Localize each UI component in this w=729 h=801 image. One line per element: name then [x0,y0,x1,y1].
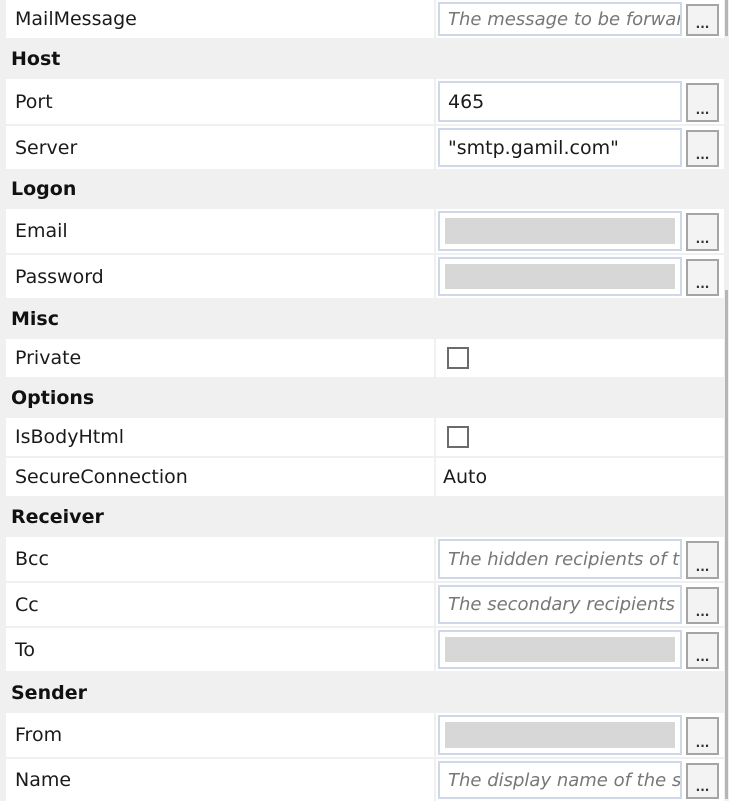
password-input[interactable] [438,257,682,296]
from-input[interactable] [438,715,682,755]
password-ellipsis-button[interactable]: ... [686,259,719,296]
category-host[interactable]: Host [0,40,725,78]
cc-ellipsis-button[interactable]: ... [686,587,719,624]
property-row-from: From ... [6,713,724,757]
property-name: Bcc [6,537,434,581]
property-value: ... [436,628,724,671]
sender-name-input[interactable]: The display name of the sender [438,761,682,799]
category-sender[interactable]: Sender [0,673,725,712]
email-input[interactable] [438,211,682,251]
property-row-secureconnection: SecureConnection Auto [6,458,724,496]
server-ellipsis-button[interactable]: ... [686,130,719,167]
property-value: ... [436,255,724,298]
mailmessage-input[interactable]: The message to be forwarded [438,2,682,36]
property-value: Auto [436,458,724,496]
property-name: IsBodyHtml [6,418,434,456]
server-input[interactable]: "smtp.gamil.com" [438,128,682,167]
property-row-name: Name The display name of the sender ... [6,759,724,801]
property-name: Private [6,339,434,377]
property-row-server: Server "smtp.gamil.com" ... [6,126,724,169]
scrollbar-track-lower[interactable] [725,290,728,799]
isbodyhtml-checkbox[interactable] [447,426,469,448]
property-name: SecureConnection [6,458,434,496]
property-value: ... [436,713,724,757]
redacted-value [445,264,675,289]
property-row-port: Port 465 ... [6,79,724,124]
port-ellipsis-button[interactable]: ... [686,83,719,122]
property-name: Email [6,209,434,253]
category-options[interactable]: Options [0,379,725,417]
category-receiver[interactable]: Receiver [0,498,725,536]
to-ellipsis-button[interactable]: ... [686,632,719,669]
property-row-bcc: Bcc The hidden recipients of the email m… [6,537,724,581]
property-value [436,339,724,377]
category-logon[interactable]: Logon [0,170,725,208]
property-row-password: Password ... [6,255,724,298]
cc-input[interactable]: The secondary recipients of the email me… [438,585,682,624]
redacted-value [445,722,675,748]
category-misc[interactable]: Misc [0,300,725,338]
scrollbar-track[interactable] [725,0,728,36]
sender-name-ellipsis-button[interactable]: ... [686,763,719,799]
email-ellipsis-button[interactable]: ... [686,213,719,251]
property-row-private: Private [6,339,724,377]
property-row-cc: Cc The secondary recipients of the email… [6,583,724,626]
property-value: "smtp.gamil.com" ... [436,126,724,169]
redacted-value [445,637,675,662]
bcc-input[interactable]: The hidden recipients of the email messa… [438,539,682,579]
private-checkbox[interactable] [447,347,469,369]
property-value: The message to be forwarded ... [436,0,724,38]
property-name: Port [6,79,434,124]
property-value: The secondary recipients of the email me… [436,583,724,626]
to-input[interactable] [438,630,682,669]
mailmessage-ellipsis-button[interactable]: ... [686,4,719,36]
property-row-isbodyhtml: IsBodyHtml [6,418,724,456]
property-row-email: Email ... [6,209,724,253]
property-value: The display name of the sender ... [436,759,724,801]
property-value: The hidden recipients of the email messa… [436,537,724,581]
port-input[interactable]: 465 [438,81,682,122]
property-name: Password [6,255,434,298]
redacted-value [445,218,675,244]
from-ellipsis-button[interactable]: ... [686,717,719,755]
bcc-ellipsis-button[interactable]: ... [686,541,719,579]
secureconnection-dropdown[interactable]: Auto [436,466,487,488]
property-name: Name [6,759,434,801]
property-name: Server [6,126,434,169]
property-value [436,418,724,456]
property-value: 465 ... [436,79,724,124]
property-name: To [6,628,434,671]
property-name: MailMessage [6,0,434,38]
property-name: Cc [6,583,434,626]
property-value: ... [436,209,724,253]
property-row-mailmessage: MailMessage The message to be forwarded … [6,0,724,38]
property-name: From [6,713,434,757]
property-row-to: To ... [6,628,724,671]
